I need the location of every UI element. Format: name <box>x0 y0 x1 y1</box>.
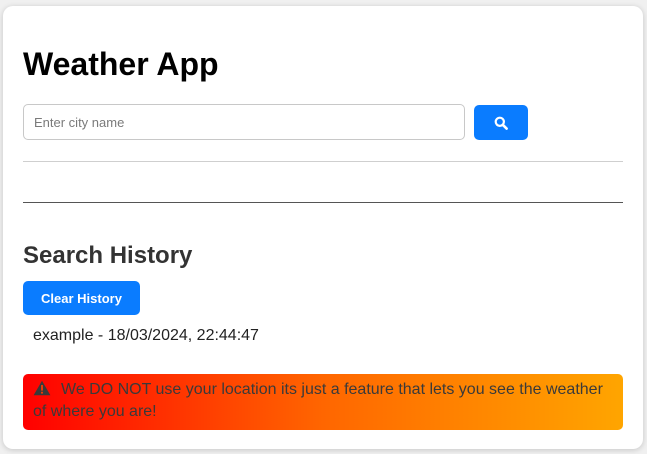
search-icon <box>494 116 508 130</box>
divider <box>23 161 623 162</box>
notice-text: We DO NOT use your location its just a f… <box>33 381 603 420</box>
search-button[interactable] <box>474 105 528 140</box>
warning-icon <box>33 380 51 402</box>
page-title: Weather App <box>23 46 219 82</box>
history-list-item[interactable]: example - 18/03/2024, 22:44:47 <box>33 326 259 346</box>
clear-history-button[interactable]: Clear History <box>23 281 140 315</box>
search-history-title: Search History <box>23 242 193 269</box>
divider <box>23 202 623 203</box>
city-search-input[interactable] <box>23 104 465 140</box>
weather-app-card: Weather App Search History Clear History… <box>3 6 643 449</box>
location-notice: We DO NOT use your location its just a f… <box>23 374 623 430</box>
